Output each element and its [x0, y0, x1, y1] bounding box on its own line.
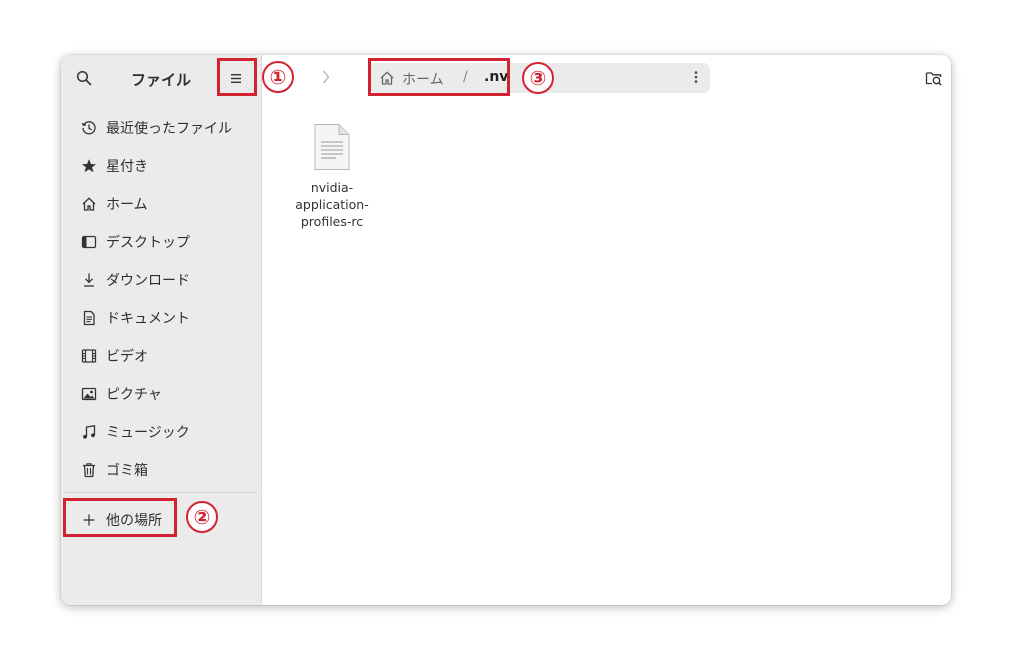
annotation-number-1: ① — [262, 61, 294, 93]
sidebar-item-label: ミュージック — [106, 425, 190, 441]
download-icon — [80, 271, 98, 289]
sidebar-places-list: 最近使ったファイル 星付き ホーム デスクトップ ダウンロード ドキュメント ビ… — [61, 109, 261, 489]
sidebar-item-label: ゴミ箱 — [106, 463, 148, 479]
sidebar-item-label: 星付き — [106, 159, 148, 175]
annotation-box-menu — [217, 58, 257, 96]
search-in-folder-button[interactable] — [923, 67, 945, 89]
sidebar-item-label: ダウンロード — [106, 273, 190, 289]
sidebar-item-label: 最近使ったファイル — [106, 121, 232, 137]
sidebar-item-trash[interactable]: ゴミ箱 — [61, 451, 261, 489]
sidebar-item-pictures[interactable]: ピクチャ — [61, 375, 261, 413]
chevron-right-icon — [322, 70, 330, 84]
sidebar-item-music[interactable]: ミュージック — [61, 413, 261, 451]
trash-icon — [80, 461, 98, 479]
annotation-box-other-locations — [63, 498, 177, 537]
main-pane: ホーム / .nv nvidia-application-profiles-rc — [262, 55, 951, 605]
search-icon[interactable] — [73, 67, 95, 89]
annotation-number-2: ② — [186, 501, 218, 533]
sidebar-item-label: ホーム — [106, 197, 148, 213]
sidebar-item-downloads[interactable]: ダウンロード — [61, 261, 261, 299]
folder-search-icon — [925, 72, 942, 86]
sidebar-item-label: ピクチャ — [106, 387, 162, 403]
home-icon — [80, 195, 98, 213]
sidebar-item-videos[interactable]: ビデオ — [61, 337, 261, 375]
sidebar-divider — [65, 492, 257, 493]
sidebar-item-documents[interactable]: ドキュメント — [61, 299, 261, 337]
annotation-box-pathbar — [368, 58, 510, 96]
annotation-number-3: ③ — [522, 62, 554, 94]
desktop-icon — [80, 233, 98, 251]
forward-button[interactable] — [321, 69, 331, 89]
file-name: nvidia-application-profiles-rc — [295, 180, 369, 229]
sidebar-item-home[interactable]: ホーム — [61, 185, 261, 223]
sidebar-item-desktop[interactable]: デスクトップ — [61, 223, 261, 261]
path-menu-button[interactable] — [694, 70, 698, 88]
app-title: ファイル — [131, 71, 192, 89]
sidebar-item-starred[interactable]: 星付き — [61, 147, 261, 185]
file-item[interactable]: nvidia-application-profiles-rc — [294, 123, 370, 230]
picture-icon — [80, 385, 98, 403]
sidebar-item-label: デスクトップ — [106, 235, 190, 251]
sidebar-item-recent[interactable]: 最近使ったファイル — [61, 109, 261, 147]
vertical-dots-icon — [694, 71, 698, 83]
star-icon — [80, 157, 98, 175]
clock-icon — [80, 119, 98, 137]
music-icon — [80, 423, 98, 441]
text-file-icon — [314, 124, 350, 170]
video-icon — [80, 347, 98, 365]
sidebar-item-label: ビデオ — [106, 349, 148, 365]
document-icon — [80, 309, 98, 327]
sidebar-item-label: ドキュメント — [106, 311, 190, 327]
